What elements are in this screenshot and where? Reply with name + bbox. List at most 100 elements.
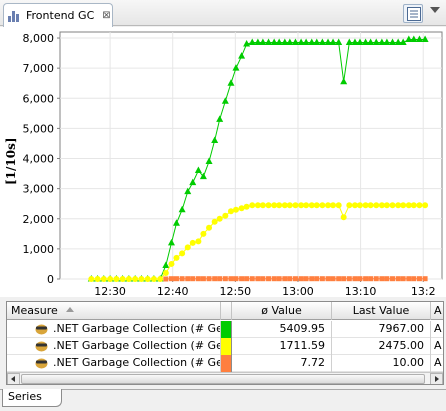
extra-value: A (434, 356, 442, 369)
series-color-swatch (221, 355, 232, 372)
data-point (406, 276, 412, 282)
bar-chart-icon (8, 9, 22, 23)
scrollbar-thumb[interactable] (21, 374, 425, 384)
data-point (244, 276, 250, 282)
column-header-avg[interactable]: ø Value (232, 302, 332, 320)
data-point (265, 202, 272, 209)
tab-series[interactable]: Series (2, 389, 62, 407)
data-point (132, 276, 139, 282)
y-tick-label: 6,000 (23, 92, 55, 105)
chevron-down-icon[interactable] (430, 7, 440, 13)
y-tick-label: 7,000 (23, 62, 55, 75)
data-point (222, 212, 229, 219)
last-value: 10.00 (332, 355, 431, 372)
last-value: 7967.00 (332, 321, 431, 338)
data-point (206, 276, 212, 282)
data-point (352, 276, 358, 282)
y-tick-label: 0 (47, 273, 54, 286)
measure-name: .NET Garbage Collection (# Gen 2) (7, 355, 221, 372)
data-point (400, 202, 407, 209)
data-point (422, 276, 428, 282)
data-point (363, 276, 369, 282)
data-point (200, 230, 207, 237)
data-point (249, 202, 256, 209)
horizontal-scrollbar[interactable] (7, 372, 443, 384)
data-point (319, 276, 325, 282)
data-point (303, 276, 309, 282)
data-point (179, 250, 186, 257)
data-point (266, 276, 272, 282)
scroll-left-button[interactable] (7, 373, 20, 384)
data-point (195, 276, 201, 282)
data-point (383, 202, 390, 209)
data-point (313, 202, 320, 209)
avg-value: 1711.59 (232, 338, 332, 355)
data-point (282, 276, 288, 282)
x-tick-label: 13:10 (345, 285, 377, 297)
column-header-measure[interactable]: Measure (7, 302, 221, 320)
data-point (107, 276, 114, 282)
data-point (410, 202, 417, 209)
data-point (185, 276, 191, 282)
x-tick-label: 12:30 (94, 285, 126, 297)
data-point (189, 239, 196, 246)
data-point (216, 215, 223, 222)
data-point (341, 276, 347, 282)
data-point (411, 276, 417, 282)
data-point (138, 276, 145, 282)
data-point (190, 276, 196, 282)
data-point (222, 276, 228, 282)
data-point (319, 202, 326, 209)
data-point (389, 202, 396, 209)
data-point (346, 276, 352, 282)
data-point (373, 276, 379, 282)
table-row[interactable]: .NET Garbage Collection (# Gen 1) 1711.5… (7, 338, 443, 355)
data-point (400, 276, 406, 282)
data-point (217, 276, 223, 282)
y-tick-label: 5,000 (23, 122, 55, 135)
y-tick-label: 8,000 (23, 32, 55, 45)
column-header-last[interactable]: Last Value (332, 302, 431, 320)
measure-name: .NET Garbage Collection (# Gen 1) (7, 338, 221, 355)
extra-value: A (434, 322, 442, 335)
close-icon[interactable]: ⊠ (102, 10, 110, 21)
tab-frontend-gc[interactable]: Frontend GC ⊠ (3, 3, 113, 27)
list-view-button[interactable] (403, 4, 423, 23)
data-point (119, 276, 126, 282)
y-tick-label: 3,000 (23, 183, 55, 196)
table-row[interactable]: .NET Garbage Collection (# Gen 2) 7.72 1… (7, 355, 443, 372)
data-point (390, 276, 396, 282)
data-point (113, 276, 120, 282)
data-point (379, 276, 385, 282)
data-point (276, 202, 283, 209)
table-row[interactable]: .NET Garbage Collection (# Gen 0) 5409.9… (7, 321, 443, 338)
data-point (330, 202, 337, 209)
data-point (286, 202, 293, 209)
y-tick-label: 4,000 (23, 153, 55, 166)
data-point (211, 218, 218, 225)
gc-line-chart: 0 1,000 2,000 3,000 4,000 5,000 6,000 7,000 8,00… (23, 31, 443, 297)
data-point (416, 276, 422, 282)
data-point (195, 238, 202, 245)
data-point (340, 214, 347, 221)
column-header-extra[interactable]: A (431, 302, 443, 320)
data-point (249, 276, 255, 282)
data-point (88, 276, 95, 282)
data-point (292, 276, 298, 282)
data-point (162, 269, 169, 276)
data-point (314, 276, 320, 282)
tab-title: Frontend GC (26, 9, 95, 22)
bottom-tab-bar: Series (0, 389, 446, 411)
x-tick-label: 12:50 (219, 285, 251, 297)
data-point (259, 202, 266, 209)
data-point (232, 206, 239, 213)
scroll-right-button[interactable] (430, 373, 443, 384)
data-point (330, 276, 336, 282)
column-header-color[interactable] (221, 302, 232, 320)
data-point (94, 276, 101, 282)
x-tick-label: 13:00 (282, 285, 314, 297)
sort-up-icon (65, 307, 74, 312)
data-point (335, 202, 342, 209)
extra-value: A (434, 339, 442, 352)
data-point (422, 202, 429, 209)
